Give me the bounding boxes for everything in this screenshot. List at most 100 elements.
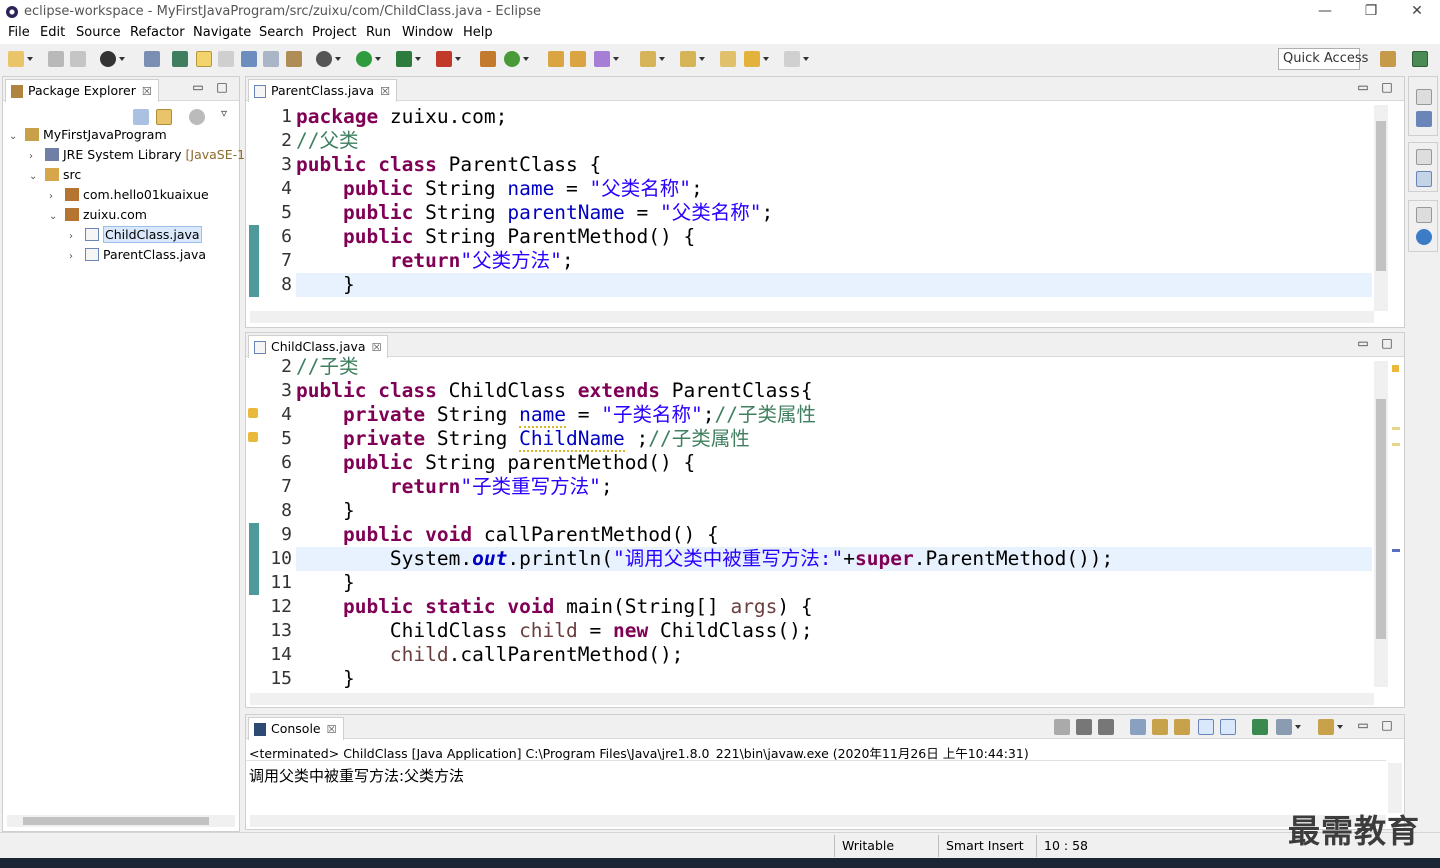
pin-console-icon[interactable] <box>1252 719 1268 735</box>
menu-source[interactable]: Source <box>76 25 121 40</box>
outline-icon[interactable] <box>1416 111 1432 127</box>
restore-icon[interactable] <box>1416 89 1432 105</box>
remove-all-icon[interactable] <box>1098 719 1114 735</box>
external-tools-icon[interactable] <box>436 51 461 67</box>
minimize-editor-icon[interactable]: ▭ <box>1356 337 1370 351</box>
tree-item-jre[interactable]: › JRE System Library [JavaSE-1. <box>29 145 249 165</box>
tree-item-package-zuixu[interactable]: ⌄ zuixu.com <box>49 205 147 225</box>
menu-file[interactable]: File <box>8 25 30 40</box>
editor-horizontal-scrollbar[interactable] <box>250 311 1374 323</box>
code-area[interactable]: //子类 public class ChildClass extends Pare… <box>296 355 1372 689</box>
tab-console[interactable]: Console ☒ <box>248 717 344 740</box>
search-tools-icon[interactable] <box>594 51 619 67</box>
expand-icon[interactable]: › <box>69 227 81 247</box>
expand-icon[interactable]: › <box>29 147 41 167</box>
edit-icon[interactable] <box>286 51 302 67</box>
scrollbar-thumb[interactable] <box>1376 399 1386 639</box>
code-line[interactable]: child.callParentMethod(); <box>296 643 684 667</box>
coverage-icon[interactable] <box>396 51 421 67</box>
tab-package-explorer[interactable]: Package Explorer ☒ <box>5 79 159 102</box>
editor-vertical-scrollbar[interactable] <box>1374 105 1388 311</box>
code-line[interactable]: public String parentMethod() { <box>296 451 695 475</box>
java-perspective-icon[interactable] <box>1412 51 1428 67</box>
overview-marker[interactable] <box>1392 443 1400 446</box>
welcome-icon[interactable] <box>1416 229 1432 245</box>
remove-launch-icon[interactable] <box>1076 719 1092 735</box>
explorer-horizontal-scrollbar[interactable] <box>7 815 235 827</box>
code-line[interactable]: public class ChildClass extends ParentCl… <box>296 379 813 403</box>
overview-marker[interactable] <box>1392 549 1400 552</box>
save-icon[interactable] <box>48 51 64 67</box>
scroll-lock-icon[interactable] <box>1152 719 1168 735</box>
collapse-all-icon[interactable] <box>133 109 149 125</box>
code-line[interactable]: ChildClass child = new ChildClass(); <box>296 619 813 643</box>
show-on-output-icon[interactable] <box>1198 719 1214 735</box>
back-icon[interactable] <box>744 51 769 67</box>
expand-icon[interactable]: › <box>49 187 61 207</box>
code-line[interactable]: private String ChildName ;//子类属性 <box>296 427 750 452</box>
tree-item-src[interactable]: ⌄ src <box>29 165 81 185</box>
link-with-editor-icon[interactable] <box>156 109 172 125</box>
code-line[interactable]: public String ParentMethod() { <box>296 225 695 249</box>
maximize-view-icon[interactable]: □ <box>215 81 229 95</box>
close-tab-icon[interactable]: ☒ <box>372 341 382 354</box>
editor-vertical-scrollbar[interactable] <box>1374 361 1388 687</box>
open-console-icon[interactable] <box>1318 719 1343 735</box>
toggle-block-icon[interactable] <box>218 51 234 67</box>
quick-access-input[interactable]: Quick Access <box>1278 48 1368 70</box>
code-line[interactable]: return"子类重写方法"; <box>296 475 613 499</box>
code-line[interactable]: //子类 <box>296 355 358 379</box>
skip-breakpoints-icon[interactable] <box>144 51 160 67</box>
maximize-editor-icon[interactable]: □ <box>1380 81 1394 95</box>
code-line[interactable]: public static void main(String[] args) { <box>296 595 813 619</box>
menu-edit[interactable]: Edit <box>40 25 65 40</box>
expand-icon[interactable]: ⌄ <box>29 167 41 187</box>
expand-icon[interactable]: ⌄ <box>49 207 61 227</box>
open-folder-icon[interactable] <box>548 51 564 67</box>
open-task-icon[interactable] <box>570 51 586 67</box>
expand-icon[interactable]: ⌄ <box>9 127 21 147</box>
menu-window[interactable]: Window <box>402 25 453 40</box>
code-line[interactable]: } <box>296 571 355 595</box>
display-console-icon[interactable] <box>1276 719 1301 735</box>
maximize-button[interactable]: ❐ <box>1348 0 1394 24</box>
scrollbar-thumb[interactable] <box>1376 121 1386 271</box>
show-on-error-icon[interactable] <box>1220 719 1236 735</box>
menu-navigate[interactable]: Navigate <box>193 25 251 40</box>
code-line[interactable]: public String parentName = "父类名称"; <box>296 201 773 225</box>
show-whitespace-icon[interactable] <box>241 51 257 67</box>
debug-profile-icon[interactable] <box>100 51 125 67</box>
code-line[interactable]: public String name = "父类名称"; <box>296 177 703 201</box>
console-horizontal-scrollbar[interactable] <box>250 815 1386 827</box>
maximize-view-icon[interactable]: □ <box>1380 719 1394 733</box>
overview-warning-marker[interactable] <box>1392 365 1399 372</box>
minimize-editor-icon[interactable]: ▭ <box>1356 81 1370 95</box>
code-line[interactable]: package zuixu.com; <box>296 105 507 129</box>
debug-icon[interactable] <box>316 51 341 67</box>
next-annotation-icon[interactable] <box>640 51 665 67</box>
menu-help[interactable]: Help <box>463 25 493 40</box>
tab-parentclass[interactable]: ParentClass.java ☒ <box>248 79 397 102</box>
new-icon[interactable] <box>8 51 33 67</box>
terminate-icon[interactable] <box>1054 719 1070 735</box>
focus-icon[interactable] <box>189 109 205 125</box>
menu-refactor[interactable]: Refactor <box>130 25 185 40</box>
minimize-button[interactable]: — <box>1302 0 1348 24</box>
restore-icon[interactable] <box>1416 207 1432 223</box>
console-output[interactable]: 调用父类中被重写方法:父类方法 <box>249 765 464 786</box>
view-menu-icon[interactable]: ▿ <box>217 107 231 121</box>
forward-icon[interactable] <box>784 51 809 67</box>
overview-marker[interactable] <box>1392 427 1400 430</box>
word-wrap-icon[interactable] <box>1174 719 1190 735</box>
close-tab-icon[interactable]: ☒ <box>327 723 337 736</box>
editor-horizontal-scrollbar[interactable] <box>250 693 1374 705</box>
new-java-project-icon[interactable] <box>480 51 496 67</box>
close-tab-icon[interactable]: ☒ <box>142 85 152 98</box>
menu-run[interactable]: Run <box>366 25 391 40</box>
new-class-icon[interactable] <box>504 51 529 67</box>
code-area[interactable]: package zuixu.com;//父类 public class Paren… <box>296 105 1372 301</box>
code-line[interactable]: System.out.println("调用父类中被重写方法:"+super.P… <box>296 547 1113 571</box>
close-tab-icon[interactable]: ☒ <box>380 85 390 98</box>
menu-project[interactable]: Project <box>312 25 356 40</box>
code-line[interactable]: public void callParentMethod() { <box>296 523 719 547</box>
